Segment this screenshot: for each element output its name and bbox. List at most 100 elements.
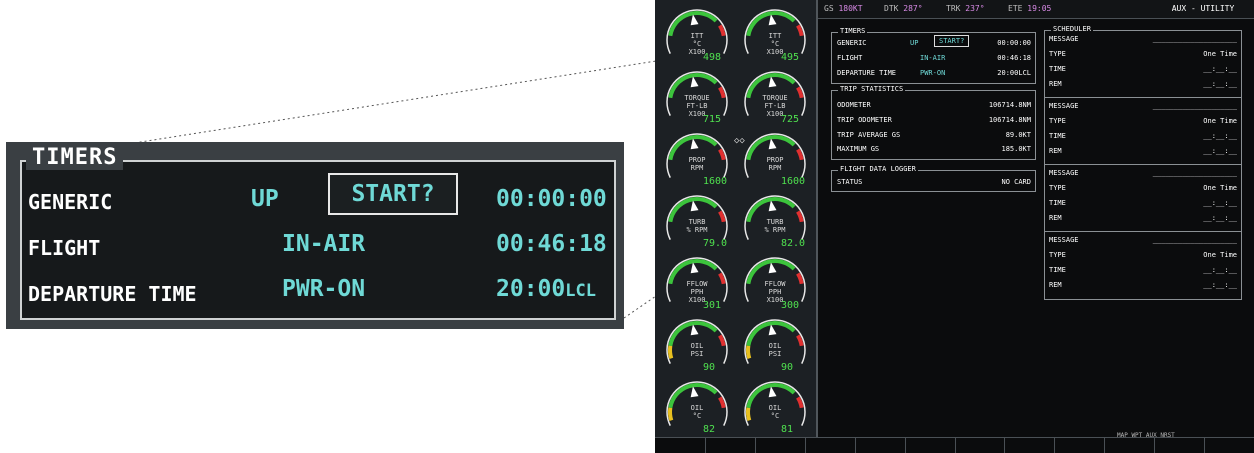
scheduler-type-value[interactable]: One Time	[1203, 50, 1237, 58]
gauge-pointer-icon	[768, 386, 777, 398]
itt-right-label-line: ITT	[768, 32, 782, 40]
itt-left-label-line: °C	[692, 40, 702, 48]
scheduler-rem-label: REM	[1049, 281, 1062, 289]
turb-right-label-line: % RPM	[764, 226, 786, 234]
scheduler-rem-label: REM	[1049, 80, 1062, 88]
trip-row-label: TRIP AVERAGE GS	[837, 131, 901, 139]
scheduler-rem-label: REM	[1049, 147, 1062, 155]
mfd-display: ITT °C X100 498 ITT °C X100 495 TORQUE FT-LB X100 7…	[655, 0, 1254, 453]
trip-row-label: ODOMETER	[837, 101, 871, 109]
gauge-pointer-icon	[768, 324, 777, 336]
timer-flight-value: 00:46:18	[997, 54, 1031, 62]
timer-departure-label: DEPARTURE TIME	[837, 69, 897, 77]
trip-statistics-box: TRIP STATISTICS ODOMETER 106714.8NM TRIP…	[831, 85, 1036, 160]
softkey-separator	[705, 438, 706, 453]
turb-left-value: 79.0	[703, 238, 728, 249]
itt-left-label-line: ITT	[690, 32, 704, 40]
scheduler-rem-value[interactable]: __:__:__	[1203, 80, 1237, 88]
timer-generic-mode[interactable]: UP	[910, 39, 918, 47]
logger-status-label: STATUS	[837, 178, 863, 186]
timer-flight-mode[interactable]: IN-AIR	[920, 54, 945, 62]
zoom-departure-mode[interactable]: PWR-ON	[282, 276, 365, 302]
scheduler-message-value[interactable]: ____________________	[1153, 169, 1237, 177]
scheduler-time-value[interactable]: __:__:__	[1203, 266, 1237, 274]
scheduler-time-value[interactable]: __:__:__	[1203, 132, 1237, 140]
ete-field: ETE 19:05	[1008, 4, 1052, 13]
oiltemp-right-label-line: °C	[770, 412, 780, 420]
prop-left-label-line: PROP	[688, 156, 706, 164]
page-group-indicator: MAP WPT AUX NRST	[1117, 432, 1175, 439]
prop-right-label-line: PROP	[766, 156, 784, 164]
gs-field: GS 180KT	[824, 4, 863, 13]
turb-right-value: 82.0	[781, 238, 806, 249]
prop-left-label: PROP RPM	[677, 156, 717, 172]
nav-data-bar: GS 180KT DTK 287° TRK 237° ETE 19:05 AUX…	[818, 0, 1254, 19]
gauge-pointer-icon	[690, 76, 699, 88]
trip-row-value: 89.0KT	[1005, 131, 1031, 139]
softkey-separator	[755, 438, 756, 453]
oilpsi-right-label-line: OIL	[768, 342, 782, 350]
zoom-departure-unit: LCL	[565, 281, 596, 301]
oiltemp-left-label: OIL °C	[677, 404, 717, 420]
torque-left-label-line: FT-LB	[686, 102, 708, 110]
timer-start-button[interactable]: START?	[934, 35, 970, 47]
oiltemp-left-value: 82	[703, 424, 716, 435]
scheduler-message-value[interactable]: ____________________	[1153, 102, 1237, 110]
fflow-right-value: 300	[781, 300, 800, 311]
scheduler-time-value[interactable]: __:__:__	[1203, 199, 1237, 207]
scheduler-divider	[1045, 97, 1241, 98]
fflow-right-label-line: FFLOW	[764, 280, 786, 288]
itt-left-value: 498	[703, 52, 722, 63]
turb-right-label-line: TURB	[766, 218, 784, 226]
oiltemp-left-label-line: OIL	[690, 404, 704, 412]
oilpsi-left-label-line: PSI	[690, 350, 704, 358]
trip-row-value: 106714.8NM	[988, 116, 1031, 124]
prop-right-label: PROP RPM	[755, 156, 795, 172]
scheduler-type-label: TYPE	[1049, 251, 1066, 259]
scheduler-message-label: MESSAGE	[1049, 169, 1079, 177]
oilpsi-right-label-line: PSI	[768, 350, 782, 358]
scheduler-type-value[interactable]: One Time	[1203, 117, 1237, 125]
oilpsi-left-value: 90	[703, 362, 716, 373]
scheduler-rem-value[interactable]: __:__:__	[1203, 214, 1237, 222]
scheduler-time-label: TIME	[1049, 132, 1066, 140]
scheduler-message-value[interactable]: ____________________	[1153, 35, 1237, 43]
zoom-flight-mode[interactable]: IN-AIR	[282, 231, 365, 257]
fflow-left-label-line: FFLOW	[686, 280, 708, 288]
scheduler-title: SCHEDULER	[1051, 25, 1093, 33]
scheduler-box: SCHEDULER MESSAGE ____________________ TYP…	[1044, 25, 1242, 300]
scheduler-type-value[interactable]: One Time	[1203, 184, 1237, 192]
scheduler-rem-value[interactable]: __:__:__	[1203, 147, 1237, 155]
page-title: AUX - UTILITY	[1171, 4, 1235, 13]
zoom-start-button[interactable]: START?	[328, 173, 458, 215]
timer-flight-label: FLIGHT	[837, 54, 863, 62]
trip-statistics-title: TRIP STATISTICS	[838, 85, 906, 93]
zoom-generic-value: 00:00:00	[496, 186, 607, 212]
zoom-departure-label: DEPARTURE TIME	[28, 282, 197, 306]
zoom-generic-mode[interactable]: UP	[251, 186, 279, 212]
gauge-pointer-icon	[690, 386, 699, 398]
prop-left-value: 1600	[703, 176, 728, 187]
trk-field: TRK 237°	[946, 4, 985, 13]
turb-right-label: TURB% RPM	[755, 218, 795, 234]
scheduler-time-value[interactable]: __:__:__	[1203, 65, 1237, 73]
timer-departure-mode[interactable]: PWR-ON	[920, 69, 945, 77]
gauge-pointer-icon	[768, 14, 777, 26]
scheduler-message-label: MESSAGE	[1049, 35, 1079, 43]
scheduler-time-label: TIME	[1049, 266, 1066, 274]
prop-right-label-line: RPM	[768, 164, 782, 172]
flight-data-logger-title: FLIGHT DATA LOGGER	[838, 165, 918, 173]
timer-generic-label: GENERIC	[837, 39, 867, 47]
fflow-left-value: 301	[703, 300, 722, 311]
scheduler-type-value[interactable]: One Time	[1203, 251, 1237, 259]
trip-row-label: MAXIMUM GS	[837, 145, 880, 153]
scheduler-message-value[interactable]: ____________________	[1153, 236, 1237, 244]
gauge-pointer-icon	[690, 138, 699, 150]
oiltemp-left-label-line: °C	[692, 412, 702, 420]
scheduler-rem-value[interactable]: __:__:__	[1203, 281, 1237, 289]
timer-generic-value: 00:00:00	[997, 39, 1031, 47]
prop-right-value: 1600	[781, 176, 806, 187]
turb-left-label-line: TURB	[688, 218, 706, 226]
gauge-pointer-icon	[768, 262, 777, 274]
fflow-left-label-line: PPH	[690, 288, 704, 296]
